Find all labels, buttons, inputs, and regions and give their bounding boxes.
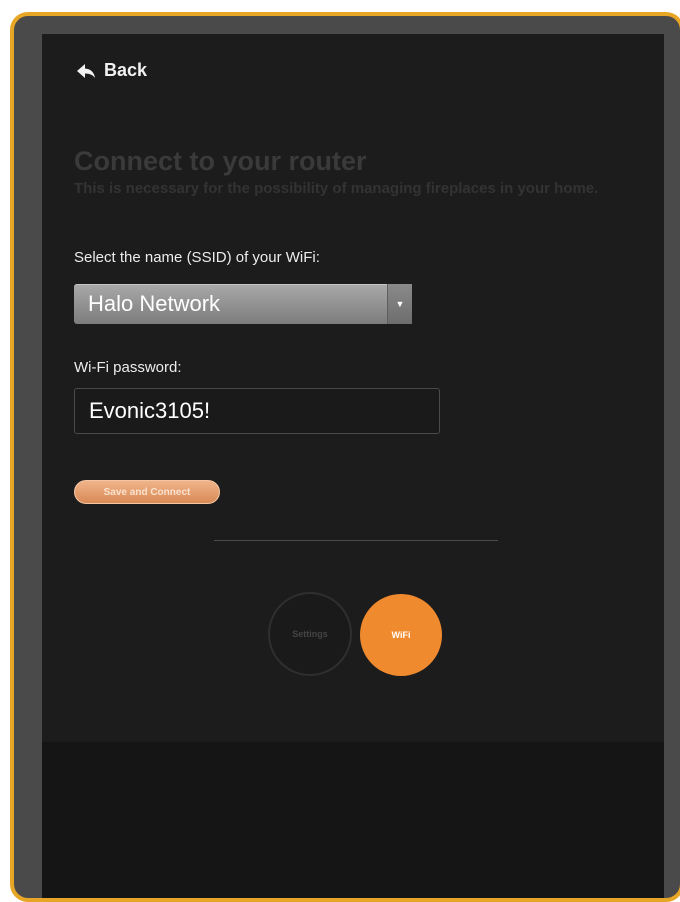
divider [214,540,498,541]
screen-footer-area [42,742,664,898]
password-field[interactable] [74,388,440,434]
back-arrow-icon [76,63,96,79]
save-and-connect-button[interactable]: Save and Connect [74,480,220,504]
password-label: Wi-Fi password: [74,359,182,376]
back-link[interactable]: Back [76,60,147,81]
ssid-select[interactable]: Halo Network ▼ [74,284,412,324]
app-screen: Back Connect to your router This is nece… [42,34,664,898]
ssid-selected-value: Halo Network [88,291,221,316]
chevron-down-icon[interactable]: ▼ [387,284,412,324]
step-settings[interactable]: Settings [268,592,352,676]
page-title: Connect to your router [74,146,367,176]
back-label: Back [104,60,148,80]
ssid-label: Select the name (SSID) of your WiFi: [74,249,320,266]
step-wifi[interactable]: WiFi [360,594,442,676]
device-frame: Back Connect to your router This is nece… [10,12,680,902]
page-subtitle: This is necessary for the possibility of… [74,180,599,197]
